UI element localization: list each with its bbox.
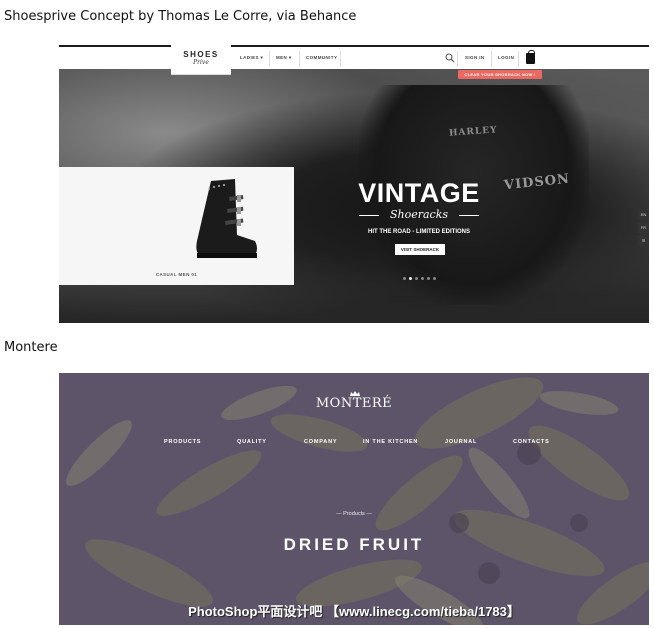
search-icon[interactable] [445, 53, 455, 63]
nav-community[interactable]: COMMUNITY [306, 55, 337, 60]
hero-script-text: Shoeracks [389, 208, 449, 221]
hero-tagline: HIT THE ROAD - LIMITED EDITIONS [368, 229, 470, 235]
nav-company[interactable]: COMPANY [304, 439, 337, 445]
nav-men[interactable]: MEN ▾ [276, 55, 292, 61]
top-navigation-bar: LADIES ▾ MEN ▾ COMMUNITY SIGN IN LOGIN [59, 45, 649, 69]
hero-script-title: Shoeracks [359, 208, 479, 221]
carousel-dot[interactable] [427, 277, 430, 280]
nav-divider [491, 51, 492, 67]
caption-shoesprive: Shoesprive Concept by Thomas Le Corre, v… [4, 9, 357, 24]
nav-contacts[interactable]: CONTACTS [513, 439, 550, 445]
carousel-dot[interactable] [421, 277, 424, 280]
carousel-dot[interactable] [409, 277, 412, 280]
nav-divider [269, 51, 270, 67]
shoesprive-screenshot: HARLEY VIDSON LADIES ▾ MEN ▾ COMMUNITY S… [59, 45, 649, 323]
nav-divider [299, 51, 300, 67]
logo-script: Prive [193, 59, 209, 66]
nav-in-the-kitchen[interactable]: IN THE KITCHEN [363, 439, 418, 445]
language-tab-fr[interactable]: FR [638, 222, 649, 233]
nav-divider [518, 51, 519, 67]
montere-screenshot: MONTERÉ PRODUCTS QUALITY COMPANY IN THE … [59, 373, 649, 625]
product-card[interactable]: CASUAL MEN 01 [59, 167, 294, 285]
nav-journal[interactable]: JOURNAL [445, 439, 477, 445]
montere-logo[interactable]: MONTERÉ [59, 396, 649, 411]
section-title: DRIED FRUIT [283, 535, 425, 554]
nav-divider [457, 51, 458, 67]
section-kicker: — Products — [336, 511, 372, 517]
shopping-bag-icon[interactable] [526, 50, 535, 64]
carousel-dot[interactable] [433, 277, 436, 280]
watermark-text: PhotoShop平面设计吧 【www.linecg.com/tieba/178… [188, 604, 520, 619]
shoesprive-logo[interactable]: SHOES Prive [171, 45, 231, 75]
carousel-dots [403, 277, 436, 281]
visit-shoerack-button[interactable]: VISIT SHOERACK [395, 244, 445, 255]
nav-ladies[interactable]: LADIES ▾ [240, 55, 263, 61]
nav-products[interactable]: PRODUCTS [164, 439, 201, 445]
logo-wordmark: SHOES [183, 50, 219, 59]
hero-headline: VINTAGE [358, 178, 480, 208]
login-link[interactable]: LOGIN [498, 55, 514, 60]
nav-divider [340, 51, 341, 67]
clear-shoerack-button[interactable]: CLEAR YOUR SHOERACK NOW ! [458, 70, 542, 79]
boot-image [196, 179, 257, 258]
carousel-dot[interactable] [415, 277, 418, 280]
product-label: CASUAL MEN 01 [155, 272, 198, 277]
carousel-dot[interactable] [403, 277, 406, 280]
caption-montere: Montere [4, 340, 58, 355]
nav-quality[interactable]: QUALITY [237, 439, 267, 445]
menu-tab[interactable]: ☰ [638, 235, 649, 246]
language-tab-en[interactable]: EN [638, 209, 649, 220]
sign-in-link[interactable]: SIGN IN [465, 55, 485, 60]
